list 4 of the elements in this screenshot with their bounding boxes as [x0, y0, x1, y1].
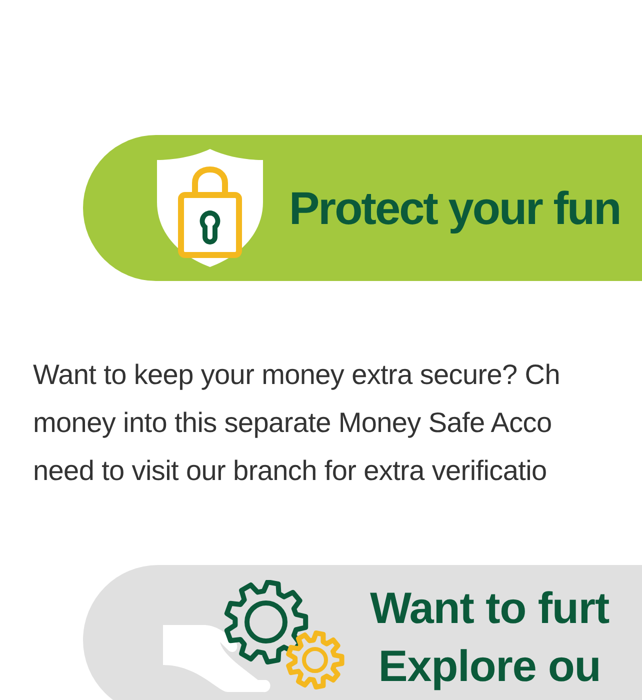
intro-paragraph: Want to keep your money extra secure? Ch money into this separate Money Safe Acco need to visit our branch for extra verificatio: [33, 358, 562, 488]
banner-title: Want to furt: [370, 583, 610, 635]
banner-title: Explore ou: [378, 641, 601, 693]
banner-title: Protect your fun: [289, 180, 620, 236]
